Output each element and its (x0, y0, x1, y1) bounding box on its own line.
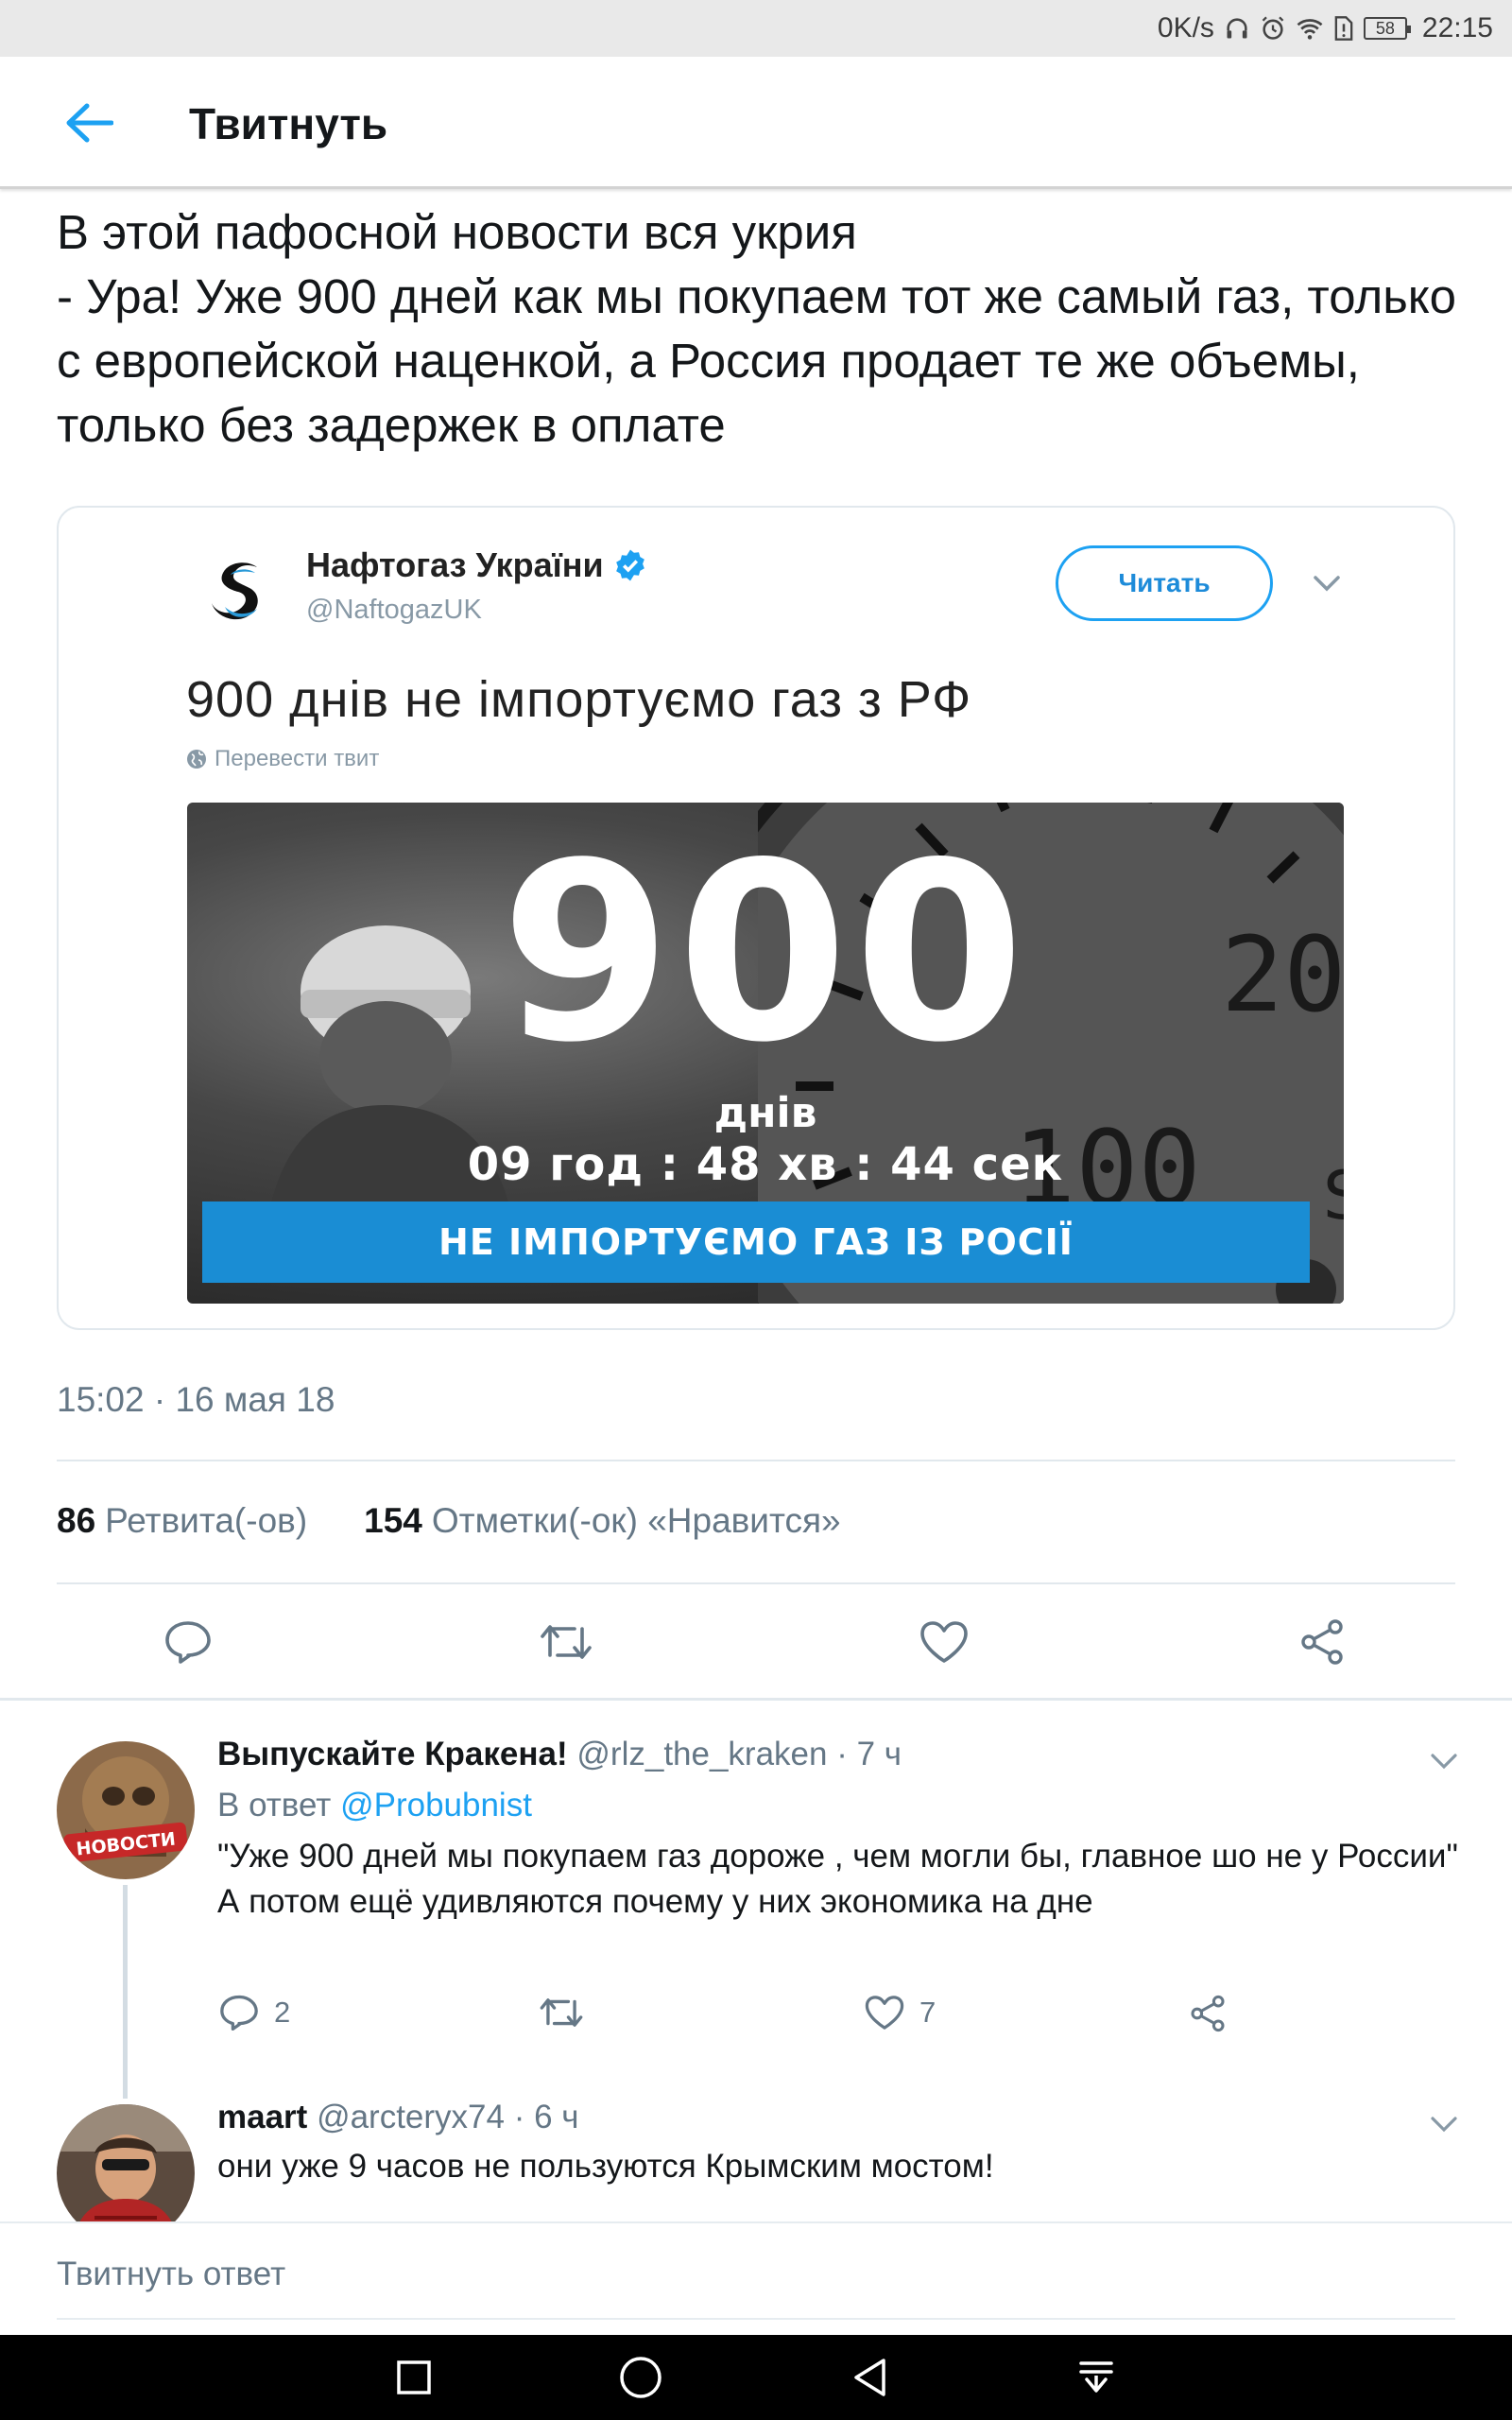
app-bar: Твитнуть (0, 57, 1512, 189)
reply-time: · 6 ч (513, 2099, 579, 2135)
embedded-menu-chevron[interactable] (1306, 562, 1348, 604)
battery-level: 58 (1375, 18, 1395, 38)
reply-count: 2 (274, 1996, 291, 2029)
back-button[interactable] (53, 93, 125, 153)
chevron-down-icon (1431, 2117, 1457, 2133)
retweet-icon (541, 1625, 592, 1659)
tweet-action-bar (0, 1607, 1512, 1677)
divider (57, 1460, 1455, 1461)
status-bar: 0K/s 58 22:15 (0, 0, 1512, 57)
reply-author-name[interactable]: Выпускайте Кракена! (217, 1736, 568, 1772)
clock: 22:15 (1421, 12, 1493, 43)
reply-header: Выпускайте Кракена! @rlz_the_kraken · 7 … (217, 1736, 902, 1773)
translate-link[interactable]: Перевести твит (186, 746, 379, 772)
translate-label: Перевести твит (215, 746, 380, 771)
square-icon (397, 2360, 431, 2394)
share-icon (1191, 1995, 1225, 2032)
thread-connector-line (123, 1885, 128, 2099)
likes-stat[interactable]: 154 Отметки(-ок) «Нравится» (364, 1501, 840, 1541)
globe-icon (187, 750, 206, 769)
sim-alert-icon (1333, 15, 1354, 42)
retweet-icon (540, 1998, 583, 2027)
reply-header: maart @arcteryx74 · 6 ч (217, 2099, 579, 2136)
time-counter: 09 год : 48 хв : 44 сек (467, 1138, 1064, 1191)
triangle-back-icon (854, 2359, 885, 2396)
reply-text: они уже 9 часов не пользуются Крымским м… (217, 2148, 994, 2185)
tweet-text: В этой пафосной новости вся укрия - Ура!… (57, 205, 1457, 452)
mention-link[interactable]: @Probubnist (340, 1787, 532, 1824)
retweets-label: Ретвита(-ов) (105, 1501, 308, 1540)
reply-input[interactable]: Твитнуть ответ (57, 2252, 1455, 2320)
home-button[interactable] (612, 2349, 669, 2406)
media-banner: НЕ ІМПОРТУЄМО ГАЗ ІЗ РОСІЇ (202, 1201, 1310, 1283)
heart-icon (920, 1621, 968, 1663)
notifications-pulldown-button[interactable] (1068, 2349, 1125, 2406)
days-label: днів (713, 1089, 817, 1137)
battery-icon: 58 (1363, 17, 1411, 40)
system-nav-bar (0, 2335, 1512, 2420)
in-reply-to: В ответ @Probubnist (217, 1787, 532, 1824)
embedded-author-handle: @NaftogazUK (306, 595, 482, 625)
like-count: 7 (919, 1996, 936, 2029)
verified-badge-icon (615, 549, 644, 581)
reply-text: "Уже 900 дней мы покупаем газ дороже , ч… (217, 1838, 1458, 1920)
tweet-media-image[interactable]: 200 100 S 900 днів 09 год : 48 хв : 44 с… (187, 803, 1344, 1304)
reply-author-handle[interactable]: @arcteryx74 (317, 2099, 505, 2135)
reply-menu-chevron[interactable] (1425, 1742, 1463, 1780)
reply-composer: Твитнуть ответ (0, 2221, 1512, 2335)
avatar[interactable]: НОВОСТИ (57, 1741, 195, 1879)
back-nav-button[interactable] (841, 2349, 898, 2406)
tweet-timestamp[interactable]: 15:02 · 16 мая 18 (57, 1380, 335, 1420)
reply-author-handle[interactable]: @rlz_the_kraken (576, 1736, 827, 1772)
days-counter-number: 900 (500, 811, 1031, 1097)
embedded-author-name-text: Нафтогаз України (306, 545, 604, 584)
reply-author-name[interactable]: maart (217, 2099, 307, 2135)
pull-down-icon (1079, 2361, 1113, 2393)
reply-icon (165, 1621, 211, 1664)
reply-time: · 7 ч (836, 1736, 902, 1772)
reply-reply-button[interactable]: 2 (219, 1995, 290, 2031)
share-button[interactable] (1287, 1607, 1357, 1677)
embedded-author-name[interactable]: Нафтогаз України (306, 545, 647, 585)
circle-icon (620, 2357, 662, 2398)
section-divider (0, 1698, 1512, 1701)
naftogaz-logo-avatar[interactable] (200, 550, 280, 630)
embedded-tweet-card[interactable]: Нафтогаз України @NaftogazUK Читать 900 … (57, 506, 1455, 1330)
network-speed: 0K/s (1157, 12, 1214, 43)
embedded-tweet-text: 900 днів не імпортуємо газ з РФ (186, 671, 972, 728)
divider (57, 1582, 1455, 1584)
like-button[interactable] (909, 1607, 979, 1677)
page-title: Твитнуть (189, 99, 388, 148)
reply-retweet-button[interactable] (539, 1995, 584, 2031)
chevron-down-icon (1431, 1754, 1457, 1770)
retweets-stat[interactable]: 86 Ретвита(-ов) (57, 1501, 307, 1541)
tweet-stats: 86 Ретвита(-ов) 154 Отметки(-ок) «Нравится… (57, 1501, 841, 1541)
reply-like-button[interactable]: 7 (865, 1995, 936, 2031)
chevron-down-icon (1314, 576, 1340, 592)
likes-count: 154 (364, 1501, 422, 1540)
follow-button[interactable]: Читать (1056, 545, 1273, 621)
alarm-icon (1260, 15, 1286, 42)
reply-icon (220, 1995, 258, 2031)
recents-button[interactable] (386, 2349, 442, 2406)
headphones-icon (1224, 15, 1250, 42)
in-reply-prefix: В ответ (217, 1787, 332, 1824)
reply-button[interactable] (153, 1607, 223, 1677)
retweets-count: 86 (57, 1501, 96, 1540)
heart-icon (865, 1996, 904, 2030)
share-icon (1301, 1619, 1343, 1665)
wifi-icon (1296, 15, 1324, 42)
retweet-button[interactable] (531, 1607, 601, 1677)
likes-label: Отметки(-ок) «Нравится» (431, 1501, 841, 1540)
reply-share-button[interactable] (1189, 1995, 1227, 2032)
reply-menu-chevron[interactable] (1425, 2105, 1463, 2143)
arrow-left-icon (66, 103, 113, 143)
